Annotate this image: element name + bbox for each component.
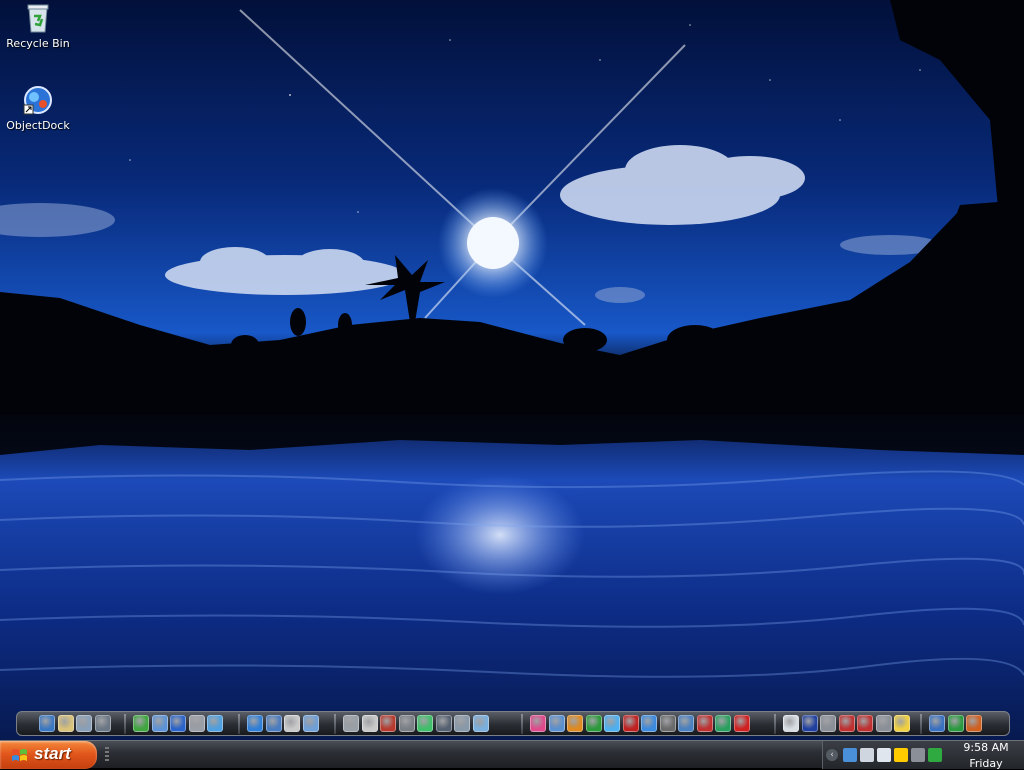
people-icon[interactable]: [284, 715, 300, 732]
calendar-icon[interactable]: [170, 715, 186, 732]
color-icon[interactable]: [530, 715, 546, 732]
tiles-icon[interactable]: [585, 715, 602, 732]
excel-icon[interactable]: [947, 715, 964, 732]
color-tiles-icon[interactable]: [894, 748, 908, 762]
tool-icon[interactable]: [398, 715, 415, 732]
disconnected-icon[interactable]: [911, 748, 925, 762]
taskbar-grip[interactable]: [105, 747, 109, 763]
files-icon[interactable]: [76, 715, 92, 732]
paint-icon[interactable]: [188, 715, 205, 732]
dock-separator: [920, 714, 922, 734]
disk-icon[interactable]: [678, 715, 694, 732]
clock-day: Friday: [969, 757, 1003, 770]
opera-icon[interactable]: [733, 715, 750, 732]
globe-icon[interactable]: [247, 715, 263, 732]
calendar2-icon[interactable]: [929, 715, 945, 732]
taskbar: start ‹ 9:58 AM Friday: [0, 740, 1024, 770]
display-icon[interactable]: [877, 748, 891, 762]
document-icon[interactable]: [783, 715, 799, 732]
itunes-icon[interactable]: [604, 715, 620, 732]
search-icon[interactable]: [302, 715, 319, 732]
network-monitor-icon[interactable]: [843, 748, 857, 762]
firefox-icon[interactable]: [567, 715, 583, 732]
globe2-icon[interactable]: [265, 715, 282, 732]
remote-icon[interactable]: [875, 715, 892, 732]
objectdock-bar: [16, 711, 1010, 736]
green-app-icon[interactable]: [417, 715, 433, 732]
chart-icon[interactable]: [454, 715, 470, 732]
dock-items: [17, 712, 1009, 735]
gallery-icon[interactable]: [435, 715, 452, 732]
desktop-icon-label: ObjectDock: [6, 119, 70, 132]
windows-logo-icon: [12, 749, 27, 761]
clock-time[interactable]: 9:58 AM: [951, 741, 1021, 754]
app-icon[interactable]: [380, 715, 396, 732]
nvidia-icon[interactable]: [659, 715, 676, 732]
media-icon[interactable]: [361, 715, 378, 732]
folder-icon[interactable]: [57, 715, 74, 732]
desktop-icon-label: Recycle Bin: [6, 37, 70, 50]
objectdock-icon: [23, 86, 52, 115]
dv-icon[interactable]: [472, 715, 489, 732]
app-red-icon[interactable]: [622, 715, 639, 732]
dock-separator: [334, 714, 336, 734]
gear-icon[interactable]: [343, 715, 359, 732]
start-label: start: [34, 744, 71, 763]
network-share-icon[interactable]: [207, 715, 223, 732]
steam2-icon[interactable]: [820, 715, 836, 732]
steam-icon[interactable]: [548, 715, 565, 732]
dock-separator: [774, 714, 776, 734]
system-tray: ‹ 9:58 AM Friday: [822, 741, 1024, 770]
volume-icon[interactable]: [860, 748, 874, 762]
note-icon[interactable]: [894, 715, 910, 732]
trash-icon[interactable]: [94, 715, 111, 732]
start-button[interactable]: start: [0, 741, 97, 769]
desktop-wallpaper: [0, 0, 1024, 740]
network-icon[interactable]: [39, 715, 55, 732]
recycle-bin-icon: [27, 4, 49, 33]
desktop-icon-objectdock[interactable]: ObjectDock: [0, 84, 76, 132]
dock-separator: [238, 714, 240, 734]
y-icon[interactable]: [838, 715, 855, 732]
desktop-icon-recycle-bin[interactable]: Recycle Bin: [0, 2, 76, 50]
dock-separator: [124, 714, 126, 734]
close-app-icon[interactable]: [696, 715, 713, 732]
numbers-icon[interactable]: [801, 715, 818, 732]
show-hidden-icons-button[interactable]: ‹: [826, 749, 838, 761]
music-icon[interactable]: [715, 715, 731, 732]
y2-icon[interactable]: [857, 715, 873, 732]
dock-separator: [521, 714, 523, 734]
ie-icon[interactable]: [641, 715, 657, 732]
settings-icon[interactable]: [151, 715, 168, 732]
game-icon[interactable]: [133, 715, 149, 732]
tree-icon[interactable]: [928, 748, 942, 762]
powerpoint-icon[interactable]: [966, 715, 982, 732]
